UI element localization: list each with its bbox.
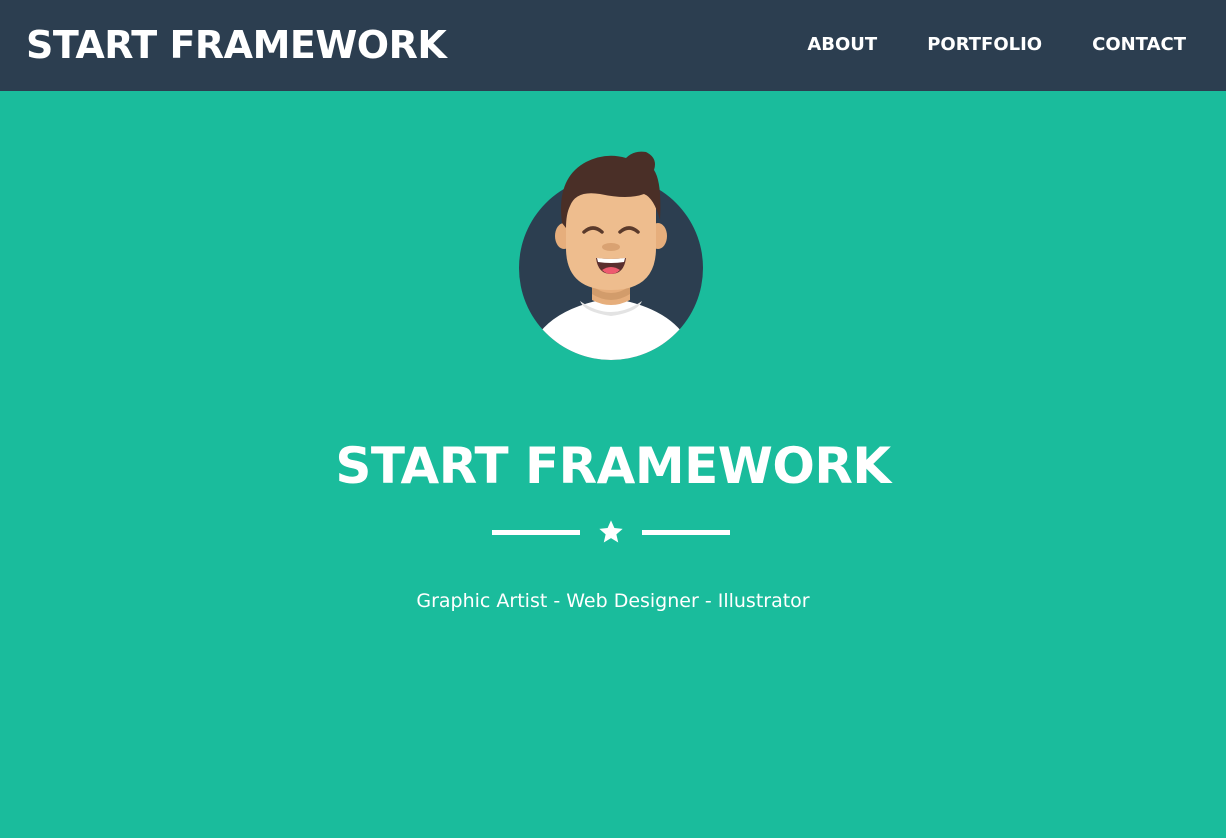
divider-line-left <box>492 530 580 535</box>
hero-subtitle: Graphic Artist - Web Designer - Illustra… <box>416 590 810 612</box>
star-divider <box>492 518 732 548</box>
divider-line-right <box>642 530 730 535</box>
nav-link-contact[interactable]: CONTACT <box>1092 32 1186 58</box>
hero-title: START FRAMEWORK <box>335 437 891 495</box>
brand-link[interactable]: START FRAMEWORK <box>26 20 447 70</box>
navbar: START FRAMEWORK ABOUT PORTFOLIO CONTACT <box>0 0 1226 91</box>
avatar-illustration <box>519 151 703 360</box>
nav-link-portfolio[interactable]: PORTFOLIO <box>927 32 1042 58</box>
nav-links: ABOUT PORTFOLIO CONTACT <box>757 32 1186 58</box>
nav-link-about[interactable]: ABOUT <box>807 32 877 58</box>
star-icon <box>599 520 623 543</box>
